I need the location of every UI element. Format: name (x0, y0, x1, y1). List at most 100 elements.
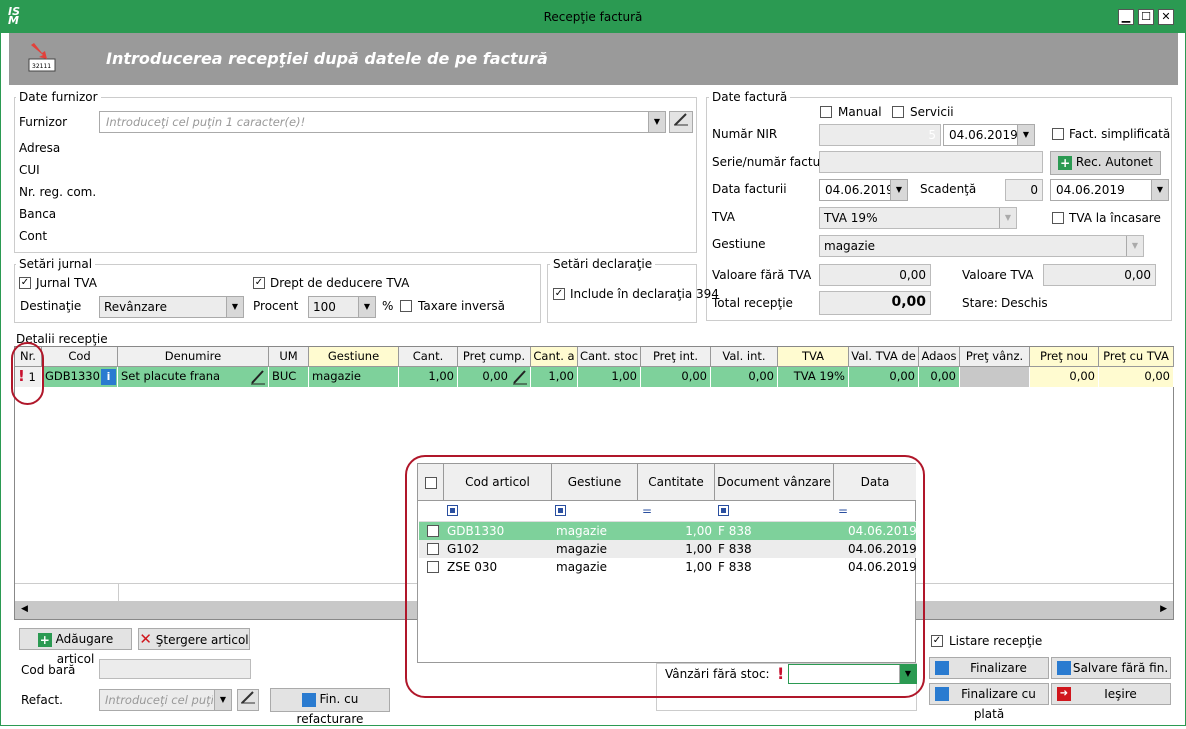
col-header[interactable]: Preţ vânz. (960, 347, 1030, 367)
deduction-checkbox[interactable]: ✓ (253, 277, 265, 289)
chevron-down-icon[interactable]: ▼ (999, 208, 1016, 228)
serial-input[interactable] (819, 151, 1043, 173)
col-header[interactable]: Val. TVA de (849, 347, 919, 367)
table-cell-sale-price[interactable] (960, 367, 1030, 387)
pencil-icon[interactable] (512, 368, 528, 387)
col-header[interactable]: UM (269, 347, 309, 367)
print-receipt-checkbox[interactable]: ✓ (931, 635, 943, 647)
warehouse-combo[interactable]: magazie ▼ (819, 235, 1144, 257)
serial-label: Serie/număr factură (712, 155, 833, 169)
include-394-checkbox[interactable]: ✓ (553, 288, 565, 300)
save-disk-icon (301, 692, 316, 707)
edit-rebill-button[interactable] (237, 689, 259, 711)
arrow-left-icon[interactable]: ◀ (21, 604, 28, 614)
chevron-down-icon[interactable]: ▼ (1151, 180, 1168, 200)
save-disk-icon (1057, 661, 1071, 675)
col-header[interactable]: Preţ nou (1030, 347, 1099, 367)
table-cell-new-price[interactable]: 0,00 (1030, 367, 1099, 387)
finalize-with-payment-button[interactable]: Finalizare cu plată (929, 683, 1049, 721)
col-header[interactable]: Preţ cu TVA (1099, 347, 1174, 367)
col-header[interactable]: Preţ int. (641, 347, 711, 367)
percent-label: Procent (253, 299, 299, 313)
table-cell-int-price[interactable]: 0,00 (641, 367, 711, 387)
arrow-right-icon[interactable]: ▶ (1160, 604, 1167, 614)
rebill-combo[interactable]: Introduceţi cel puţin 1 ▼ (99, 689, 232, 711)
table-cell-price-vat[interactable]: 0,00 (1099, 367, 1174, 387)
table-cell-qty-a[interactable]: 1,00 (531, 367, 578, 387)
table-cell-code[interactable]: GDB1330 i (42, 367, 118, 387)
invoice-date[interactable]: 04.06.2019 ▼ (819, 179, 908, 201)
chevron-down-icon[interactable]: ▼ (648, 112, 665, 132)
chevron-down-icon[interactable]: ▼ (1126, 236, 1143, 256)
vat-cash-checkbox[interactable] (1052, 212, 1064, 224)
table-cell-vat-value[interactable]: 0,00 (849, 367, 919, 387)
col-header[interactable]: Preţ cump. (458, 347, 531, 367)
col-header[interactable]: Adaos (919, 347, 960, 367)
supplier-combo[interactable]: Introduceţi cel puţin 1 caracter(e)! ▼ (99, 111, 666, 133)
chevron-down-icon[interactable]: ▼ (1017, 125, 1034, 145)
close-button[interactable]: ✕ (1158, 9, 1174, 25)
table-cell-purchase-price[interactable]: 0,00 (458, 367, 531, 387)
services-checkbox[interactable] (892, 106, 904, 118)
rec-autonet-button[interactable]: + Rec. Autonet (1050, 151, 1161, 175)
nir-number[interactable]: 5 (819, 124, 941, 146)
due-days[interactable]: 0 (1005, 179, 1043, 201)
col-header[interactable]: Cant. doc. (399, 347, 458, 382)
maximize-button[interactable]: ☐ (1138, 9, 1154, 25)
svg-text:32111: 32111 (32, 63, 51, 70)
chevron-down-icon[interactable]: ▼ (358, 297, 375, 317)
col-header[interactable]: Val. int. (711, 347, 778, 367)
cui-label: CUI (19, 163, 40, 177)
declaration-group-title: Setări declaraţie (550, 257, 656, 271)
window-title: Recepţie factură (543, 10, 643, 24)
status-label: Stare: (962, 296, 998, 310)
supplier-group-title: Date furnizor (16, 90, 101, 104)
nir-date[interactable]: 04.06.2019 ▼ (943, 124, 1035, 146)
rebill-label: Refact. (21, 693, 63, 707)
banner: 32111 Introducerea recepţiei după datele… (9, 33, 1178, 85)
percent-combo[interactable]: 100 ▼ (308, 296, 376, 318)
save-without-finalize-button[interactable]: Salvare fără fin. (1051, 657, 1171, 679)
finalize-button[interactable]: Finalizare (929, 657, 1049, 679)
warehouse-label: Gestiune (712, 237, 766, 251)
col-header[interactable]: TVA (778, 347, 849, 367)
exit-icon: ➜ (1057, 687, 1071, 701)
save-disk-icon (935, 687, 949, 701)
table-cell-vat[interactable]: TVA 19% (778, 367, 849, 387)
destination-combo[interactable]: Revânzare ▼ (99, 296, 244, 318)
due-date[interactable]: 04.06.2019 ▼ (1050, 179, 1169, 201)
simplified-invoice-checkbox[interactable] (1052, 128, 1064, 140)
exit-button[interactable]: ➜ Ieşire (1051, 683, 1171, 705)
table-cell-markup[interactable]: 0,00 (919, 367, 960, 387)
delete-item-button[interactable]: ✕ Ştergere articol (138, 628, 250, 650)
finish-rebill-button[interactable]: Fin. cu refacturare (270, 688, 390, 726)
table-cell-qty-doc[interactable]: 1,00 (399, 367, 458, 387)
table-cell-name[interactable]: Set placute frana (118, 367, 269, 387)
edit-supplier-button[interactable] (669, 111, 693, 133)
table-cell-warehouse[interactable]: magazie (309, 367, 399, 387)
table-cell-int-value[interactable]: 0,00 (711, 367, 778, 387)
chevron-down-icon[interactable]: ▼ (214, 690, 231, 710)
reverse-tax-checkbox[interactable] (400, 300, 412, 312)
info-icon[interactable]: i (101, 369, 116, 385)
col-header[interactable]: Gestiune (309, 347, 399, 367)
vat-journal-checkbox[interactable]: ✓ (19, 277, 31, 289)
table-cell-um[interactable]: BUC (269, 367, 309, 387)
col-header[interactable]: Cod (42, 347, 118, 367)
chevron-down-icon[interactable]: ▼ (890, 180, 907, 200)
barcode-input[interactable] (99, 659, 251, 679)
manual-checkbox[interactable] (820, 106, 832, 118)
col-header[interactable]: Cant. stoc (578, 347, 641, 367)
title-bar: IS M Recepţie factură ▁ ☐ ✕ (0, 0, 1186, 33)
add-item-button[interactable]: + Adăugare articol (19, 628, 132, 666)
vat-combo[interactable]: TVA 19% ▼ (819, 207, 1017, 229)
save-disk-icon (935, 661, 949, 675)
chevron-down-icon[interactable]: ▼ (226, 297, 243, 317)
col-header[interactable]: Cant. a (531, 347, 578, 367)
pencil-icon[interactable] (250, 368, 266, 387)
popup-highlight-oval (405, 455, 925, 698)
table-cell-qty-stock[interactable]: 1,00 (578, 367, 641, 387)
plus-icon: + (1058, 155, 1073, 170)
col-header[interactable]: Denumire (118, 347, 269, 367)
minimize-button[interactable]: ▁ (1118, 9, 1134, 25)
